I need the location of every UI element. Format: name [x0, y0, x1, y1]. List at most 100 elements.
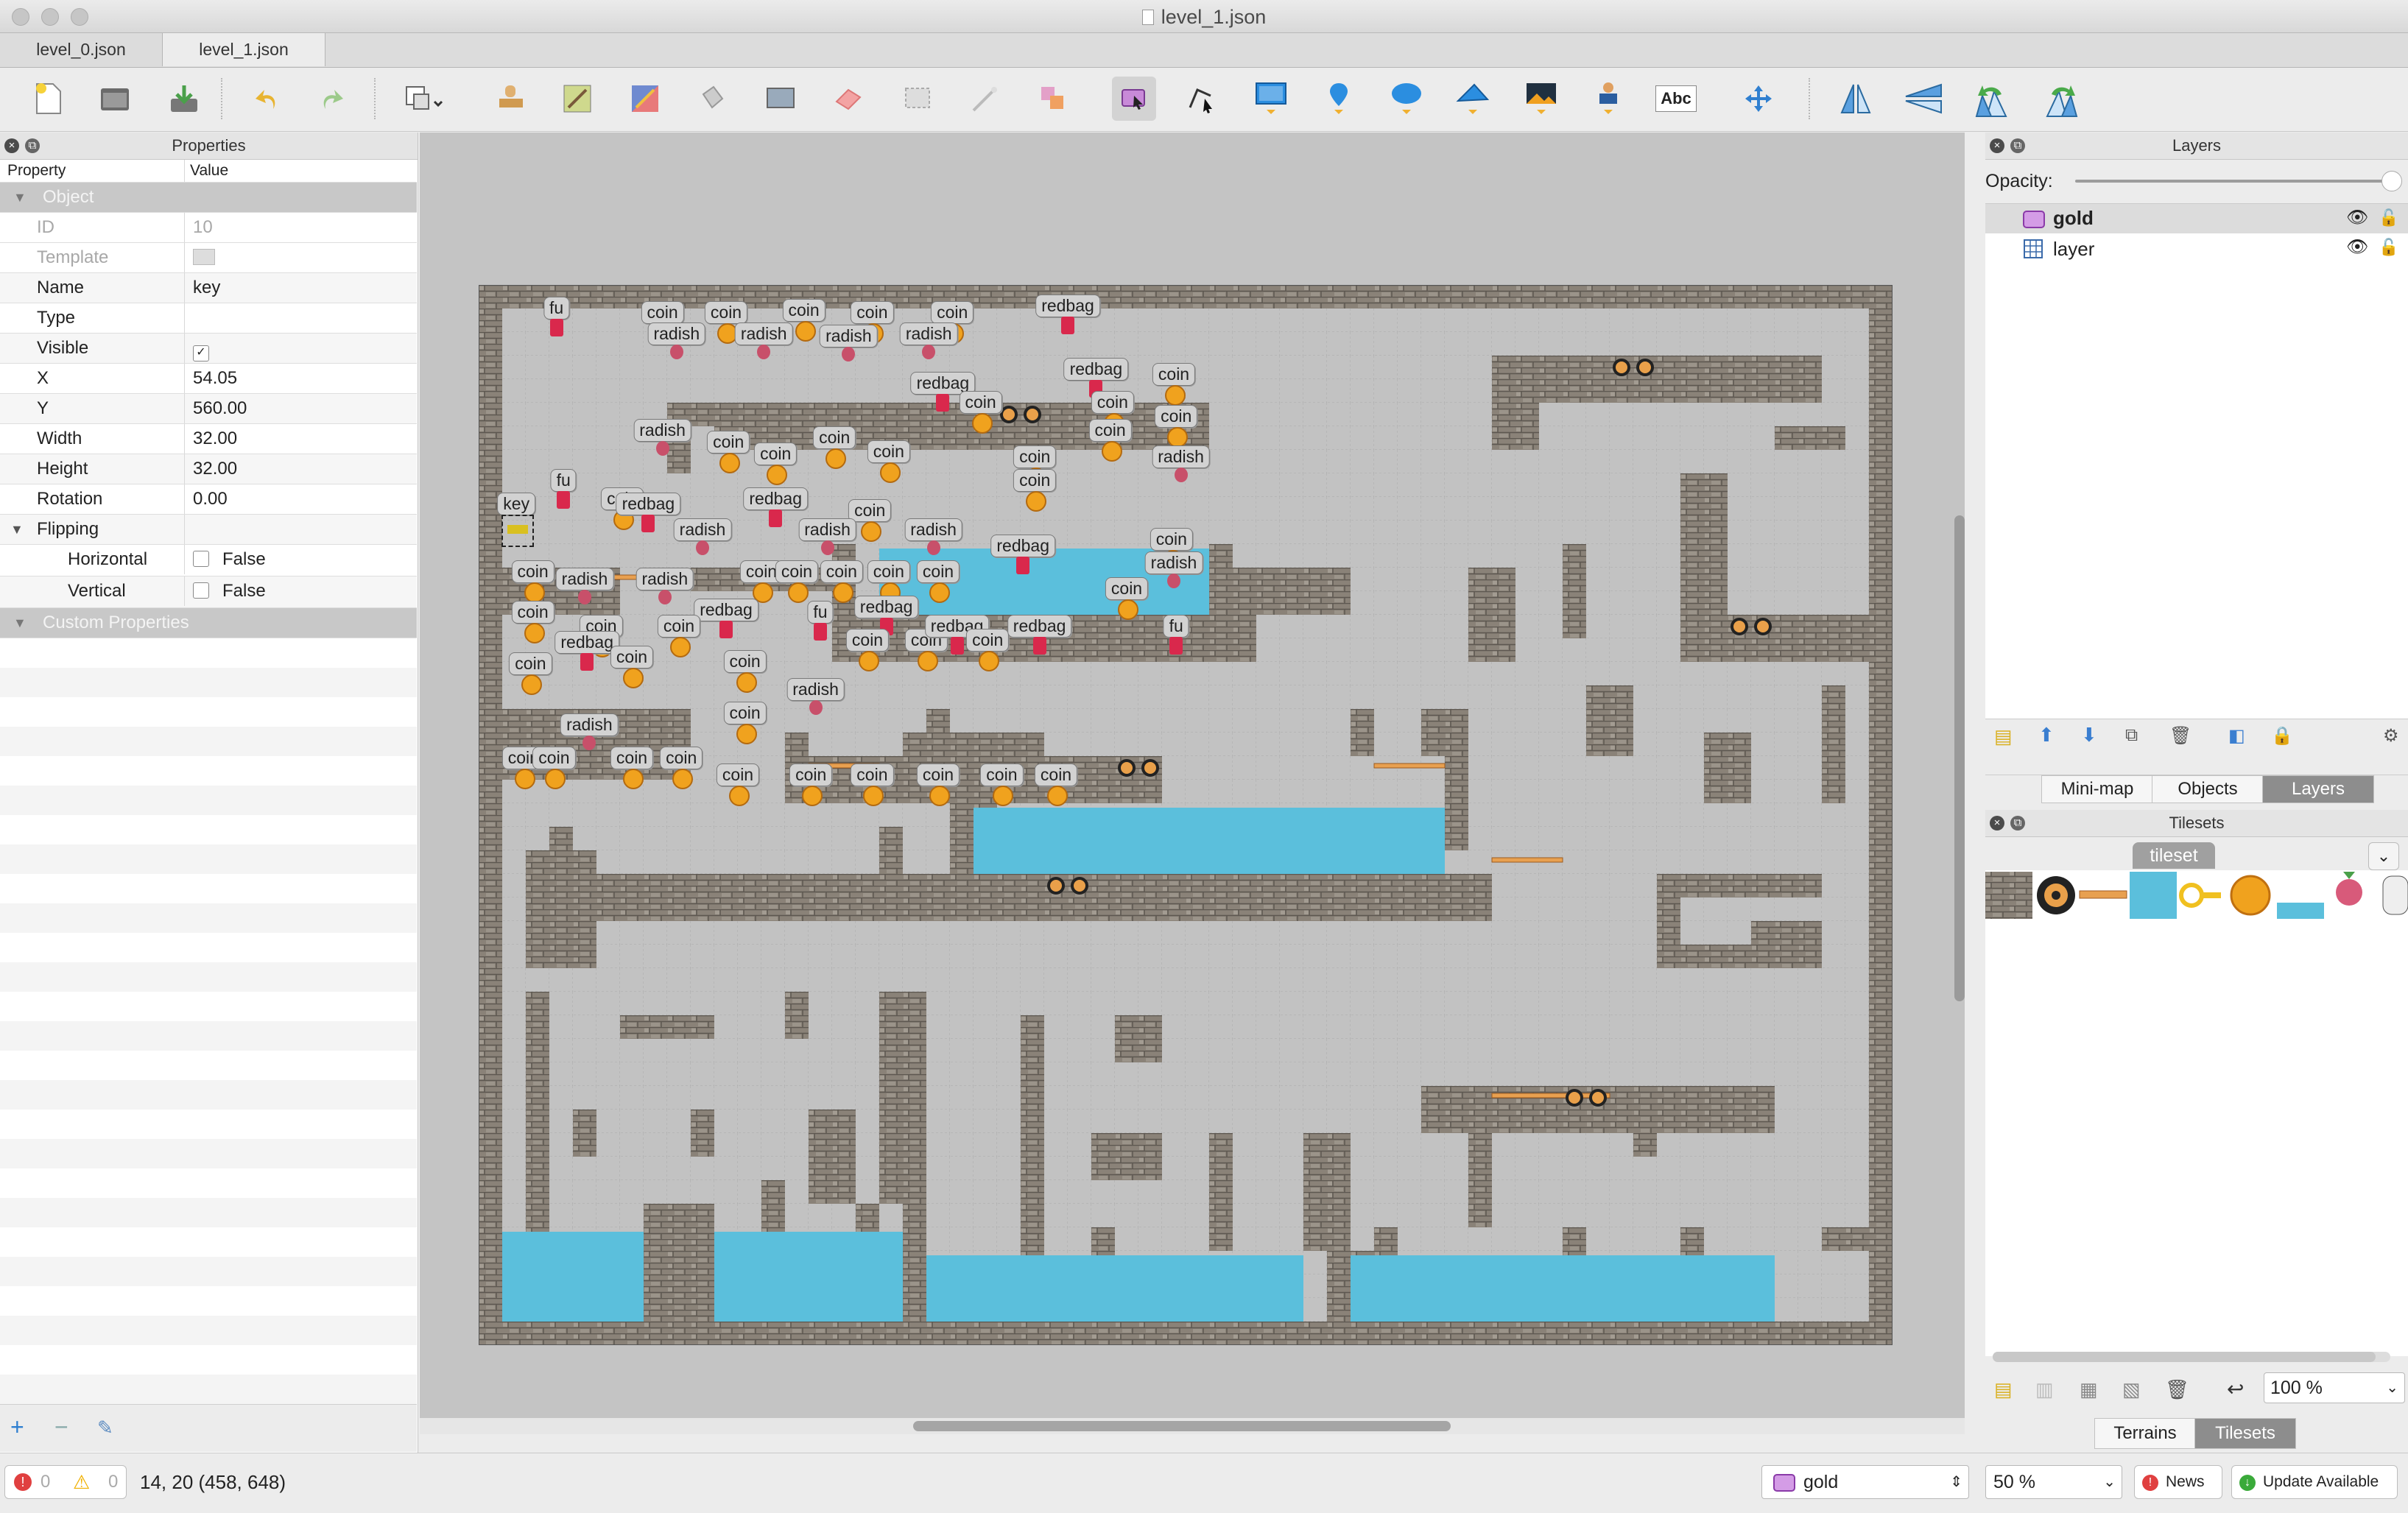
- add-property-icon[interactable]: +: [10, 1415, 24, 1439]
- object-label-coin[interactable]: coin: [511, 600, 555, 624]
- object-label-coin[interactable]: coin: [1105, 576, 1149, 600]
- select-objects-button[interactable]: [1112, 77, 1156, 121]
- edit-polygons-button[interactable]: [1180, 77, 1224, 121]
- tab-terrains[interactable]: Terrains: [2094, 1418, 2196, 1449]
- object-label-fu[interactable]: fu: [1163, 615, 1189, 638]
- coin-icon[interactable]: [918, 651, 938, 672]
- current-layer-combo[interactable]: gold ⇕: [1761, 1465, 1969, 1499]
- object-label-coin[interactable]: coin: [966, 629, 1010, 652]
- object-label-radish[interactable]: radish: [734, 322, 793, 346]
- insert-rectangle-button[interactable]: [1249, 77, 1293, 121]
- horizontal-checkbox[interactable]: False: [193, 545, 266, 574]
- radish-icon[interactable]: [926, 540, 940, 555]
- object-label-coin[interactable]: coin: [916, 560, 960, 584]
- object-label-coin[interactable]: coin: [851, 763, 894, 786]
- coin-icon[interactable]: [832, 582, 853, 604]
- rotate-right-button[interactable]: [2038, 77, 2083, 121]
- object-label-coin[interactable]: coin: [532, 747, 576, 770]
- coin-icon[interactable]: [1165, 384, 1186, 406]
- coin-icon[interactable]: [863, 785, 884, 806]
- duplicate-layer-icon[interactable]: ⧉: [2125, 725, 2138, 746]
- object-label-radish[interactable]: radish: [1152, 445, 1210, 468]
- redbag-icon[interactable]: [1061, 316, 1074, 334]
- prop-value[interactable]: 32.00: [193, 424, 237, 454]
- rectangular-select-button[interactable]: [895, 77, 940, 121]
- prop-value[interactable]: 54.05: [193, 364, 237, 393]
- object-label-coin[interactable]: coin: [931, 301, 974, 325]
- coin-icon[interactable]: [1026, 490, 1047, 512]
- object-label-radish[interactable]: radish: [647, 322, 706, 346]
- embed-tileset-icon[interactable]: ▥: [2035, 1378, 2054, 1401]
- rotate-left-button[interactable]: [1971, 77, 2015, 121]
- object-label-coin[interactable]: coin: [867, 560, 910, 584]
- redbag-icon[interactable]: [769, 509, 783, 528]
- object-label-coin[interactable]: coin: [1034, 763, 1078, 786]
- object-label-coin[interactable]: coin: [1091, 391, 1134, 414]
- object-label-coin[interactable]: coin: [723, 650, 767, 673]
- object-label-radish[interactable]: radish: [899, 322, 958, 346]
- lower-layer-icon[interactable]: ⬇: [2081, 724, 2097, 747]
- horizontal-scrollbar[interactable]: [913, 1421, 1451, 1431]
- object-label-coin[interactable]: coin: [704, 301, 748, 325]
- redbag-icon[interactable]: [1032, 637, 1046, 655]
- prop-row-vertical[interactable]: Vertical False: [0, 576, 417, 608]
- open-file-button[interactable]: [93, 77, 137, 121]
- lock-icon[interactable]: 🔓: [2379, 208, 2398, 228]
- delete-layer-icon[interactable]: 🗑: [2169, 725, 2192, 747]
- object-label-coin[interactable]: coin: [845, 629, 890, 652]
- object-label-coin[interactable]: coin: [754, 442, 798, 466]
- tileset-menu-dropdown[interactable]: ⌄: [2368, 842, 2399, 870]
- visible-checkbox[interactable]: ✓: [193, 334, 222, 363]
- fu-icon[interactable]: [1169, 637, 1183, 655]
- stamp-brush-button[interactable]: [489, 77, 533, 121]
- coin-icon[interactable]: [859, 651, 879, 672]
- coin-icon[interactable]: [795, 321, 816, 342]
- prop-row-width[interactable]: Width 32.00: [0, 424, 417, 454]
- object-label-coin[interactable]: coin: [1088, 419, 1132, 442]
- object-label-radish[interactable]: radish: [560, 713, 619, 737]
- object-label-coin[interactable]: coin: [1152, 362, 1196, 386]
- remove-property-icon[interactable]: −: [54, 1415, 68, 1439]
- object-label-radish[interactable]: radish: [555, 568, 614, 590]
- zoom-combo[interactable]: 50 % ⌄: [1985, 1465, 2122, 1499]
- prop-row-y[interactable]: Y 560.00: [0, 394, 417, 424]
- edit-tileset-icon[interactable]: ▧: [2122, 1378, 2141, 1401]
- object-label-redbag[interactable]: redbag: [555, 631, 619, 655]
- prop-row-rotation[interactable]: Rotation 0.00: [0, 484, 417, 515]
- radish-icon[interactable]: [1174, 467, 1188, 482]
- radish-icon[interactable]: [1167, 573, 1180, 588]
- radish-icon[interactable]: [696, 540, 709, 555]
- layer-row-layer[interactable]: layer 👁 🔓: [1985, 233, 2408, 263]
- coin-icon[interactable]: [736, 672, 757, 693]
- coin-icon[interactable]: [736, 724, 757, 745]
- update-available-button[interactable]: ↓ Update Available: [2231, 1465, 2398, 1499]
- object-label-coin[interactable]: coin: [782, 299, 825, 322]
- flip-horizontal-button[interactable]: [1834, 77, 1878, 121]
- prop-row-name[interactable]: Name key: [0, 273, 417, 303]
- tab-level-1[interactable]: level_1.json: [163, 33, 325, 66]
- eye-visible-icon[interactable]: 👁: [2346, 207, 2368, 228]
- coin-icon[interactable]: [825, 448, 847, 469]
- insert-polygon-button[interactable]: [1451, 77, 1495, 121]
- object-label-redbag[interactable]: redbag: [743, 487, 808, 511]
- object-label-coin[interactable]: coin: [610, 645, 654, 669]
- object-label-coin[interactable]: coin: [851, 301, 894, 325]
- object-label-coin[interactable]: coin: [789, 763, 833, 786]
- object-label-coin[interactable]: coin: [660, 747, 703, 770]
- object-label-coin[interactable]: coin: [707, 431, 750, 454]
- bucket-fill-button[interactable]: [690, 77, 734, 121]
- redbag-icon[interactable]: [580, 653, 594, 671]
- lock-icon[interactable]: 🔓: [2379, 238, 2398, 257]
- object-label-fu[interactable]: fu: [807, 600, 834, 624]
- tileset-horizontal-scrollbar[interactable]: [1993, 1352, 2390, 1362]
- remove-tileset-icon[interactable]: 🗑: [2165, 1378, 2189, 1401]
- insert-template-button[interactable]: [1586, 77, 1630, 121]
- radish-icon[interactable]: [658, 590, 672, 604]
- object-label-radish[interactable]: radish: [904, 518, 962, 541]
- prop-row-type[interactable]: Type: [0, 303, 417, 334]
- float-panel-icon[interactable]: ⧉: [2010, 816, 2025, 830]
- redbag-icon[interactable]: [950, 637, 964, 655]
- select-same-tile-button[interactable]: [1031, 77, 1075, 121]
- radish-icon[interactable]: [669, 345, 683, 360]
- tab-tileset[interactable]: tileset: [2133, 842, 2215, 869]
